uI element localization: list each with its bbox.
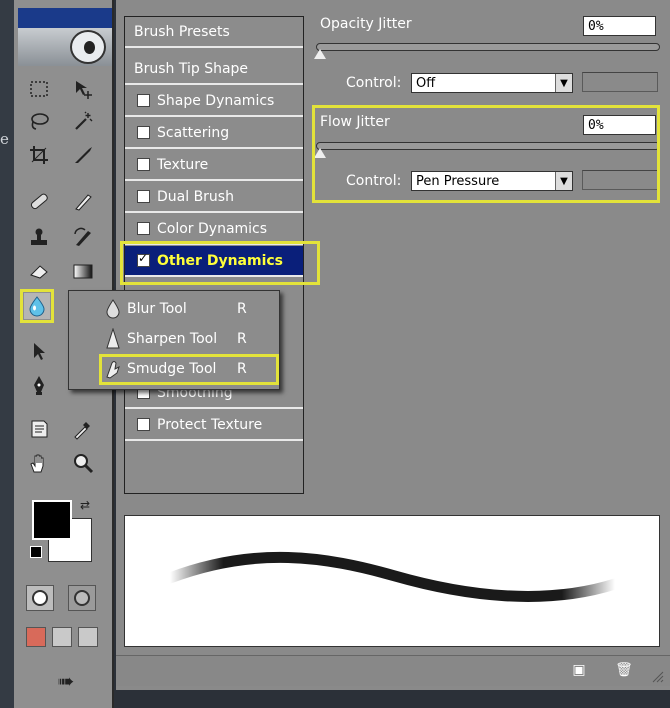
brush-stroke-preview xyxy=(124,515,660,647)
nav-scattering[interactable]: Scattering xyxy=(125,118,303,149)
flyout-item-sharpen-tool[interactable]: Sharpen Tool R xyxy=(69,324,279,354)
pen-tool-icon[interactable] xyxy=(26,372,52,398)
full-screen-menu-mode-button[interactable] xyxy=(52,627,72,647)
notes-tool-icon[interactable] xyxy=(26,416,52,442)
blur-tool-icon[interactable] xyxy=(20,289,54,323)
default-colors-icon[interactable] xyxy=(30,546,42,558)
magic-wand-tool-icon[interactable] xyxy=(70,108,96,134)
blur-drop-icon xyxy=(99,299,127,319)
other-dynamics-highlight xyxy=(120,241,320,285)
background-text: e xyxy=(0,130,9,148)
checkbox[interactable] xyxy=(137,94,150,107)
eyedropper-tool-icon[interactable] xyxy=(70,416,96,442)
quick-mask-mode-button[interactable] xyxy=(68,585,96,611)
checkbox[interactable] xyxy=(137,126,150,139)
checkbox[interactable] xyxy=(137,222,150,235)
opacity-control-label: Control: xyxy=(346,75,402,91)
smudge-tool-highlight xyxy=(99,354,279,385)
new-preset-icon[interactable]: ▣ xyxy=(571,662,587,678)
photoshop-logo[interactable] xyxy=(18,28,112,66)
full-screen-mode-button[interactable] xyxy=(78,627,98,647)
flyout-item-blur-tool[interactable]: Blur Tool R xyxy=(69,294,279,324)
lasso-tool-icon[interactable] xyxy=(26,108,52,134)
clone-stamp-tool-icon[interactable] xyxy=(26,224,52,250)
move-tool-icon[interactable] xyxy=(70,76,96,102)
eraser-tool-icon[interactable] xyxy=(26,258,52,284)
crop-tool-icon[interactable] xyxy=(26,142,52,168)
foreground-color-swatch[interactable] xyxy=(32,500,72,540)
jump-to-imageready-icon[interactable]: ➠ xyxy=(34,667,98,695)
nav-dual-brush[interactable]: Dual Brush xyxy=(125,182,303,213)
resize-grip-icon[interactable] xyxy=(652,668,664,683)
nav-texture[interactable]: Texture xyxy=(125,150,303,181)
path-selection-tool-icon[interactable] xyxy=(26,338,52,364)
flow-jitter-highlight xyxy=(312,105,660,203)
toolbox-title-bar[interactable] xyxy=(18,8,112,28)
sharpen-cone-icon xyxy=(99,328,127,350)
background-window-edge xyxy=(0,0,14,708)
slice-tool-icon[interactable] xyxy=(70,142,96,168)
zoom-tool-icon[interactable] xyxy=(70,450,96,476)
nav-brush-tip-shape[interactable]: Brush Tip Shape xyxy=(125,54,303,85)
marquee-tool-icon[interactable] xyxy=(26,76,52,102)
checkbox[interactable] xyxy=(137,190,150,203)
nav-brush-presets[interactable]: Brush Presets xyxy=(125,17,303,48)
trash-icon[interactable]: 🗑 xyxy=(615,662,633,678)
opacity-jitter-slider[interactable] xyxy=(316,43,660,51)
opacity-jitter-input[interactable]: 0% xyxy=(583,16,656,36)
checkbox[interactable] xyxy=(137,418,150,431)
hand-tool-icon[interactable] xyxy=(26,450,52,476)
opacity-minimum-input xyxy=(582,72,658,92)
opacity-jitter-label: Opacity Jitter xyxy=(320,16,412,32)
standard-mode-button[interactable] xyxy=(26,585,54,611)
checkbox[interactable] xyxy=(137,158,150,171)
brush-tool-icon[interactable] xyxy=(70,188,96,214)
opacity-control-select[interactable]: Off ▼ xyxy=(411,73,573,93)
swap-colors-icon[interactable]: ⇄ xyxy=(80,498,90,512)
gradient-tool-icon[interactable] xyxy=(70,258,96,284)
chevron-down-icon: ▼ xyxy=(555,74,572,92)
history-brush-tool-icon[interactable] xyxy=(70,224,96,250)
blur-tool-flyout-menu: Blur Tool R Sharpen Tool R Smudge Tool R xyxy=(68,290,280,390)
opacity-jitter-slider-thumb[interactable] xyxy=(314,49,326,59)
nav-shape-dynamics[interactable]: Shape Dynamics xyxy=(125,86,303,117)
healing-brush-tool-icon[interactable] xyxy=(26,188,52,214)
standard-screen-mode-button[interactable] xyxy=(26,627,46,647)
nav-protect-texture[interactable]: Protect Texture xyxy=(125,410,303,441)
